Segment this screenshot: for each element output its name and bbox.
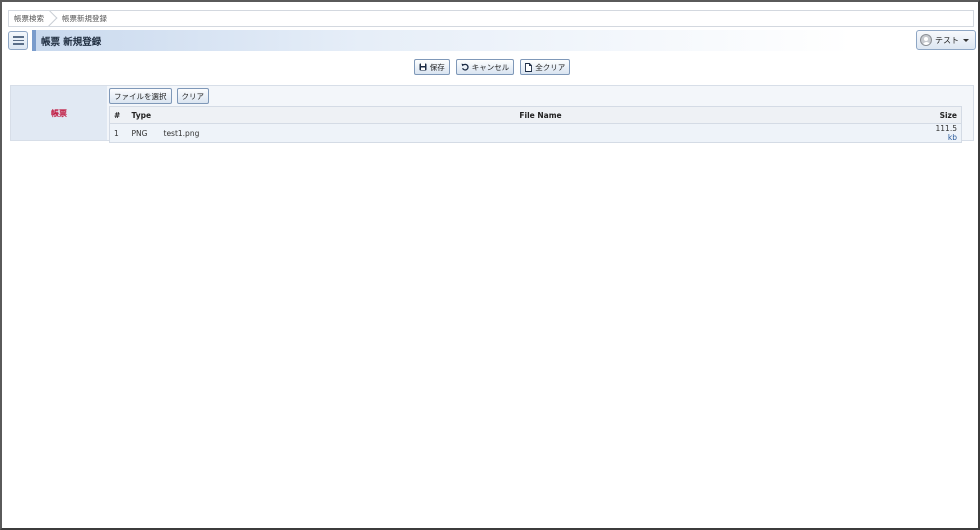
column-header-num: # (109, 106, 128, 124)
user-name: テスト (935, 35, 959, 45)
file-upload-area: ファイルを選択 クリア # Type File Name Size 1 PNG … (107, 86, 973, 143)
page-title: 帳票 新規登録 (41, 36, 102, 48)
undo-icon (461, 63, 469, 71)
cell-file-name: test1.png (159, 123, 922, 143)
column-header-size: Size (921, 106, 962, 124)
table-row[interactable]: 1 PNG test1.png 111.5 kb (109, 123, 962, 143)
clear-label: クリア (181, 91, 205, 101)
user-menu-button[interactable]: テスト (916, 30, 976, 50)
hamburger-icon (12, 43, 24, 45)
clear-button[interactable]: クリア (176, 88, 209, 104)
file-buttons: ファイルを選択 クリア (109, 88, 209, 104)
blank-page-icon (525, 62, 533, 72)
hamburger-icon (12, 36, 24, 38)
column-header-file-name: File Name (159, 106, 922, 124)
cancel-button[interactable]: キャンセル (455, 59, 515, 75)
breadcrumb-label: 帳票検索 (14, 14, 44, 23)
breadcrumb-item-new: 帳票新規登録 (54, 11, 117, 26)
breadcrumb-item-search[interactable]: 帳票検索 (9, 11, 54, 26)
save-label: 保存 (429, 62, 445, 72)
breadcrumb: 帳票検索 帳票新規登録 (8, 10, 974, 27)
clear-all-label: 全クリア (535, 62, 566, 72)
title-bar: 帳票 新規登録 テスト (8, 30, 976, 51)
floppy-disk-icon (419, 63, 427, 71)
cell-size: 111.5 kb (921, 123, 962, 143)
file-form-row: 帳票 ファイルを選択 クリア # Type File Name Size 1 P… (10, 85, 974, 143)
user-avatar-icon (920, 34, 932, 46)
hamburger-menu-button[interactable] (8, 31, 28, 50)
file-name-text: test1.png (163, 128, 200, 138)
app-window: 帳票検索 帳票新規登録 帳票 新規登録 テスト 保存 キャンセル 全クリア 帳票… (0, 0, 980, 530)
save-button[interactable]: 保存 (413, 59, 450, 75)
cell-num: 1 (109, 123, 128, 143)
field-label: 帳票 (11, 86, 107, 140)
clear-all-button[interactable]: 全クリア (520, 59, 571, 75)
file-size-value: 111.5 (935, 124, 957, 133)
hamburger-icon (12, 39, 24, 42)
cancel-label: キャンセル (471, 62, 510, 72)
breadcrumb-label: 帳票新規登録 (62, 14, 107, 23)
caret-down-icon (963, 38, 969, 42)
action-toolbar: 保存 キャンセル 全クリア (2, 59, 980, 75)
select-file-label: ファイルを選択 (114, 91, 167, 101)
file-table: # Type File Name Size 1 PNG test1.png 11… (109, 106, 962, 143)
column-header-type: Type (127, 106, 160, 124)
select-file-button[interactable]: ファイルを選択 (109, 88, 172, 104)
title-area: 帳票 新規登録 (32, 30, 852, 51)
file-size-unit: kb (947, 133, 957, 142)
table-header-row: # Type File Name Size (109, 106, 962, 124)
cell-type: PNG (127, 123, 160, 143)
